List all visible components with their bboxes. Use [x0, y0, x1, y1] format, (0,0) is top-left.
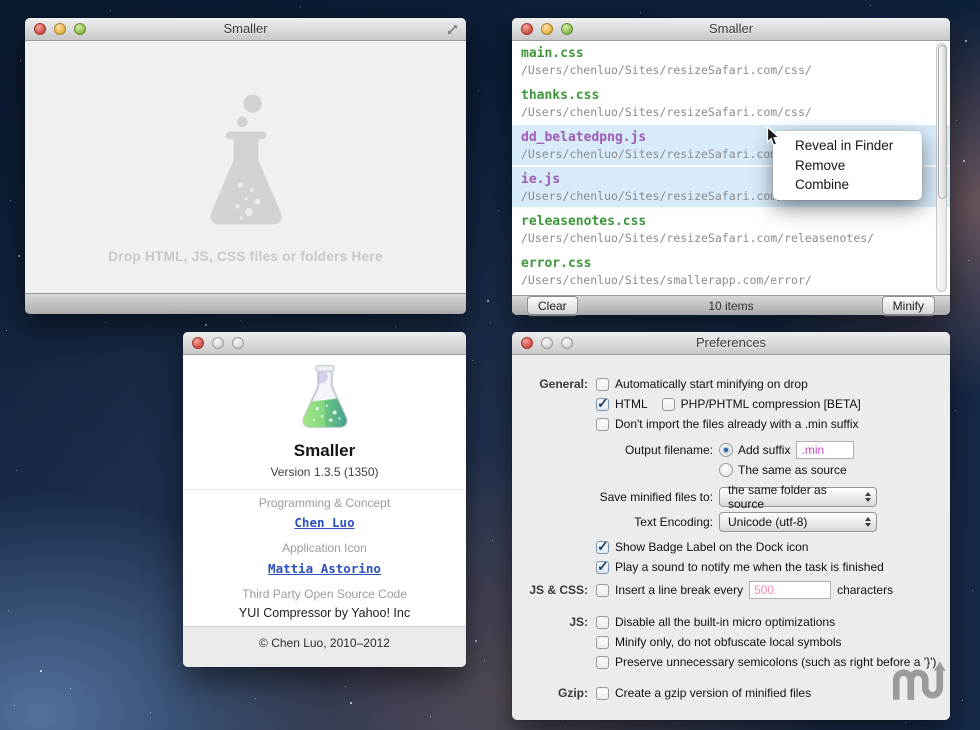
minify-button[interactable]: Minify: [882, 296, 935, 315]
zoom-button[interactable]: [232, 337, 244, 349]
context-menu: Reveal in Finder Remove Combine: [773, 131, 922, 200]
dont-import-label: Don't import the files already with a .m…: [615, 417, 859, 431]
preferences-window: Preferences General: Automatically start…: [512, 332, 950, 720]
badge-checkbox[interactable]: [596, 541, 609, 554]
mouse-cursor: [766, 126, 780, 147]
add-suffix-label: Add suffix: [738, 443, 790, 457]
auto-start-label: Automatically start minifying on drop: [615, 377, 808, 391]
file-row[interactable]: main.css /Users/chenluo/Sites/resizeSafa…: [512, 41, 950, 83]
line-break-checkbox[interactable]: [596, 584, 609, 597]
same-as-source-radio[interactable]: [719, 463, 733, 477]
sound-label: Play a sound to notify me when the task …: [615, 560, 884, 574]
about-window-titlebar[interactable]: [183, 332, 466, 355]
html-checkbox[interactable]: [596, 398, 609, 411]
file-list-window: Smaller main.css /Users/chenluo/Sites/re…: [512, 18, 950, 315]
about-window: Smaller Version 1.3.5 (1350) Programming…: [183, 332, 466, 667]
sound-checkbox[interactable]: [596, 561, 609, 574]
file-row[interactable]: error.css /Users/chenluo/Sites/smallerap…: [512, 251, 950, 293]
html-label: HTML: [615, 397, 648, 411]
general-label: General:: [512, 377, 588, 391]
flask-icon: [198, 91, 294, 241]
save-to-label: Save minified files to:: [512, 490, 713, 504]
prefs-window-titlebar[interactable]: Preferences: [512, 332, 950, 355]
output-filename-label: Output filename:: [512, 443, 713, 457]
badge-label: Show Badge Label on the Dock icon: [615, 540, 808, 554]
php-label: PHP/PHTML compression [BETA]: [681, 397, 861, 411]
credit-heading: Application Icon: [183, 541, 466, 555]
scrollbar-thumb[interactable]: [938, 45, 947, 199]
starfield-bright: [0, 0, 2, 2]
context-menu-item[interactable]: Combine: [773, 175, 922, 195]
line-break-label: Insert a line break every: [615, 583, 743, 597]
credit-text: YUI Compressor by Yahoo! Inc: [183, 606, 466, 620]
list-window-footer: 10 items Clear Minify: [512, 295, 950, 315]
encoding-select[interactable]: Unicode (utf-8): [719, 512, 877, 532]
window-title: Smaller: [512, 18, 950, 40]
window-title: Preferences: [512, 332, 950, 354]
credit-link-chen-luo[interactable]: Chen Luo: [294, 515, 354, 530]
line-break-input[interactable]: 500: [749, 581, 831, 599]
credit-heading: Third Party Open Source Code: [183, 587, 466, 601]
preserve-semicolons-label: Preserve unnecessary semicolons (such as…: [615, 655, 936, 669]
fullscreen-icon[interactable]: [446, 23, 459, 36]
same-as-source-label: The same as source: [738, 463, 847, 477]
file-path: /Users/chenluo/Sites/resizeSafari.com/re…: [521, 231, 950, 246]
dont-import-checkbox[interactable]: [596, 418, 609, 431]
about-footer: © Chen Luo, 2010–2012: [183, 626, 466, 667]
popup-arrows-icon: [865, 517, 871, 527]
macupdate-logo-icon: [891, 660, 949, 700]
gzip-label: Gzip:: [512, 686, 588, 700]
file-path: /Users/chenluo/Sites/resizeSafari.com/cs…: [521, 63, 950, 78]
minify-only-checkbox[interactable]: [596, 636, 609, 649]
app-version: Version 1.3.5 (1350): [183, 465, 466, 479]
context-menu-item[interactable]: Remove: [773, 156, 922, 176]
encoding-label: Text Encoding:: [512, 515, 713, 529]
credit-heading: Programming & Concept: [183, 496, 466, 510]
minimize-button[interactable]: [212, 337, 224, 349]
jscss-label: JS & CSS:: [512, 583, 588, 597]
app-icon: [183, 362, 466, 439]
minify-only-label: Minify only, do not obfuscate local symb…: [615, 635, 842, 649]
gzip-checkbox-label: Create a gzip version of minified files: [615, 686, 811, 700]
file-name: error.css: [521, 255, 950, 273]
desktop: Smaller: [0, 0, 980, 730]
drop-zone[interactable]: Drop HTML, JS, CSS files or folders Here: [25, 41, 466, 294]
js-label: JS:: [512, 615, 588, 629]
clear-button[interactable]: Clear: [527, 296, 578, 315]
context-menu-item[interactable]: Reveal in Finder: [773, 136, 922, 156]
gzip-checkbox[interactable]: [596, 687, 609, 700]
disable-micro-checkbox[interactable]: [596, 616, 609, 629]
file-row[interactable]: releasenotes.css /Users/chenluo/Sites/re…: [512, 209, 950, 251]
file-path: /Users/chenluo/Sites/resizeSafari.com/cs…: [521, 105, 950, 120]
list-window-titlebar[interactable]: Smaller: [512, 18, 950, 41]
window-title: Smaller: [25, 18, 466, 40]
characters-label: characters: [837, 583, 893, 597]
close-button[interactable]: [192, 337, 204, 349]
preserve-semicolons-checkbox[interactable]: [596, 656, 609, 669]
divider: [183, 489, 466, 490]
save-to-select[interactable]: the same folder as source: [719, 487, 877, 507]
credit-link-mattia-astorino[interactable]: Mattia Astorino: [268, 561, 381, 576]
add-suffix-radio[interactable]: [719, 443, 733, 457]
file-row[interactable]: thanks.css /Users/chenluo/Sites/resizeSa…: [512, 83, 950, 125]
drop-window-footer: [25, 293, 466, 314]
drop-hint: Drop HTML, JS, CSS files or folders Here: [108, 249, 383, 264]
file-name: releasenotes.css: [521, 213, 950, 231]
auto-start-checkbox[interactable]: [596, 378, 609, 391]
file-name: main.css: [521, 45, 950, 63]
copyright: © Chen Luo, 2010–2012: [183, 636, 466, 650]
file-path: /Users/chenluo/Sites/smallerapp.com/erro…: [521, 273, 950, 288]
drop-window: Smaller: [25, 18, 466, 314]
popup-arrows-icon: [865, 492, 871, 502]
file-name: thanks.css: [521, 87, 950, 105]
suffix-input[interactable]: .min: [796, 441, 854, 459]
drop-window-titlebar[interactable]: Smaller: [25, 18, 466, 41]
app-name: Smaller: [183, 441, 466, 461]
scrollbar[interactable]: [936, 43, 947, 292]
disable-micro-label: Disable all the built-in micro optimizat…: [615, 615, 835, 629]
php-checkbox[interactable]: [662, 398, 675, 411]
